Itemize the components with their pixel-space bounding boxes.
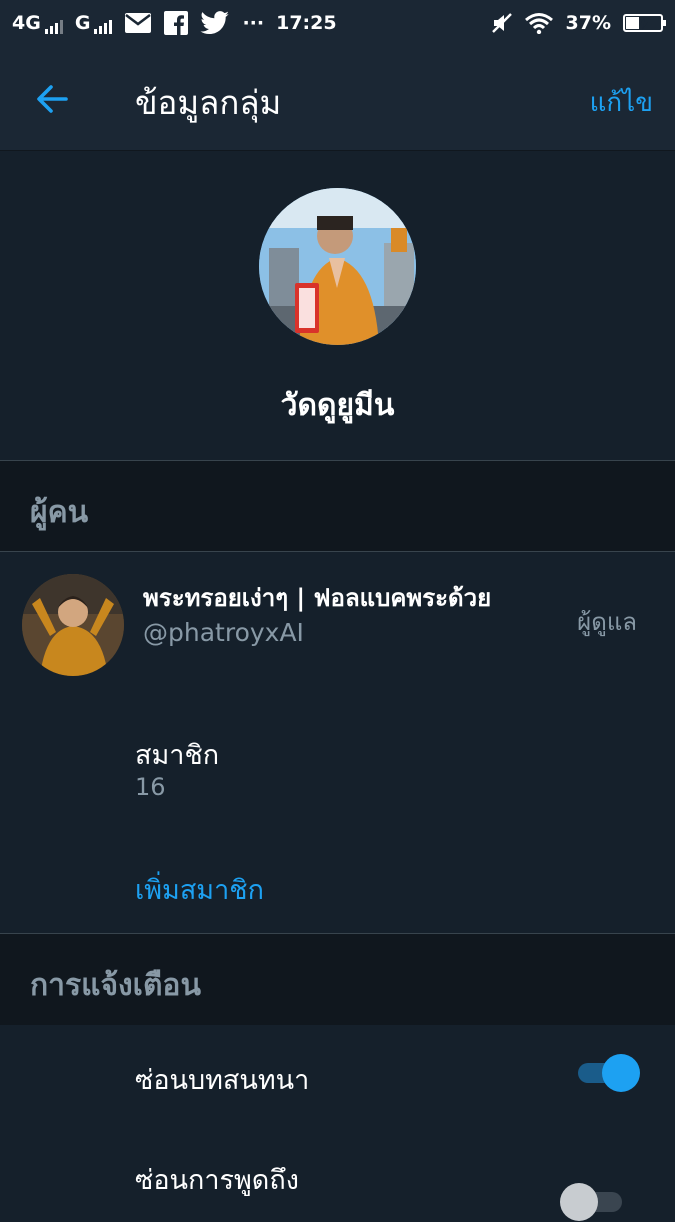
back-arrow-icon[interactable]	[30, 76, 76, 122]
member-count-value: 16	[135, 773, 166, 801]
member-name: พระทรอยเง่าๆ | ฟอลแบคพระด้วย	[143, 584, 492, 612]
member-role-badge: ผู้ดูแล	[577, 608, 637, 636]
add-member-button[interactable]: เพิ่มสมาชิก	[135, 868, 264, 911]
member-count-label[interactable]: สมาชิก	[135, 733, 219, 776]
hide-conversation-toggle[interactable]	[578, 1053, 640, 1093]
network-4g-label: 4G	[12, 12, 41, 34]
setting-hide-mentions-label: ซ่อนการพูดถึง	[135, 1165, 299, 1196]
network-4g: 4G	[12, 12, 63, 34]
status-bar-left: 4G G ··· 17:25	[12, 11, 337, 35]
mute-icon	[491, 13, 512, 33]
toggle-knob	[602, 1054, 640, 1092]
member-row[interactable]: พระทรอยเง่าๆ | ฟอลแบคพระด้วย @phatroyxAI…	[0, 552, 675, 682]
mail-icon	[125, 13, 152, 33]
edit-button[interactable]: แก้ไข	[590, 82, 653, 123]
setting-hide-conversation-label: ซ่อนบทสนทนา	[135, 1065, 310, 1096]
notifications-section-header: การแจ้งเตือน	[0, 933, 675, 1025]
network-g: G	[75, 12, 113, 34]
toggle-knob	[560, 1183, 598, 1221]
wifi-icon	[524, 13, 553, 34]
facebook-icon	[164, 11, 189, 35]
battery-icon	[623, 14, 666, 32]
signal-icon	[44, 18, 63, 34]
group-name: วัดดูยูมีน	[280, 388, 395, 423]
group-profile: วัดดูยูมีน	[0, 150, 675, 460]
overflow-indicator: ···	[242, 12, 265, 34]
people-section-title: ผู้คน	[30, 495, 89, 530]
people-section-header: ผู้คน	[0, 460, 675, 552]
member-avatar-image	[22, 574, 124, 676]
twitter-icon	[200, 11, 230, 35]
status-bar-right: 37%	[491, 12, 666, 34]
app-bar: ข้อมูลกลุ่ม แก้ไข	[0, 46, 675, 151]
member-handle: @phatroyxAI	[143, 618, 304, 647]
page-title: ข้อมูลกลุ่ม	[135, 83, 282, 122]
clock: 17:25	[276, 12, 337, 34]
network-g-label: G	[74, 12, 91, 34]
battery-percent: 37%	[565, 12, 611, 34]
member-avatar[interactable]	[22, 574, 124, 676]
notifications-section-title: การแจ้งเตือน	[30, 968, 201, 1003]
group-avatar-image	[259, 188, 416, 345]
group-avatar[interactable]	[259, 188, 416, 345]
status-bar: 4G G ··· 17:25 37%	[0, 0, 675, 46]
hide-mentions-toggle[interactable]	[560, 1182, 624, 1222]
signal-icon	[94, 18, 113, 34]
